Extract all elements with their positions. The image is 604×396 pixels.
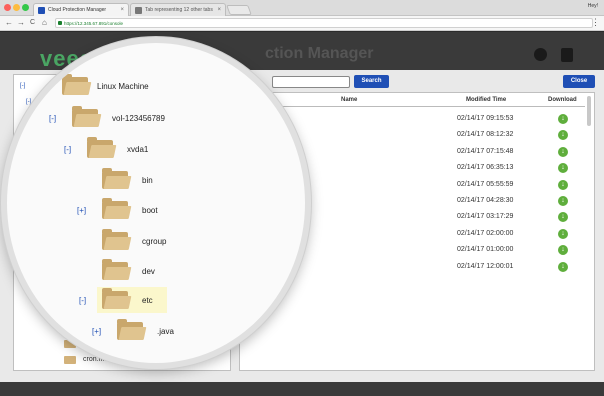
download-icon[interactable]: ↓ xyxy=(558,228,568,239)
tab-cloud-protection-manager[interactable]: Cloud Protection Manager × xyxy=(33,3,129,16)
folder-icon xyxy=(102,168,132,189)
home-icon[interactable]: ⌂ xyxy=(42,18,47,28)
footer-bar xyxy=(0,382,604,396)
tree-item-label[interactable]: dev xyxy=(142,267,155,276)
column-header-modified[interactable]: Modified Time xyxy=(466,97,506,103)
row-modified-time: 02/14/17 07:15:48 xyxy=(457,147,514,155)
folder-icon xyxy=(117,319,147,340)
file-list-scrollbar[interactable] xyxy=(587,96,591,126)
row-modified-time: 02/14/17 03:17:29 xyxy=(457,213,514,221)
minimize-window-dot[interactable] xyxy=(13,4,20,11)
tab-label: Cloud Protection Manager xyxy=(48,7,107,13)
browser-tab-bar: Cloud Protection Manager × Tab represent… xyxy=(0,0,604,16)
download-icon[interactable]: ↓ xyxy=(558,146,568,157)
url-field[interactable]: https://12.345.67.891/console xyxy=(55,18,593,28)
tab-other-tabs[interactable]: Tab representing 12 other tabs × xyxy=(130,3,226,16)
tree-toggle[interactable]: [-] xyxy=(64,145,71,154)
tree-item-label[interactable]: cgroup xyxy=(142,237,166,246)
download-icon[interactable]: ↓ xyxy=(558,196,568,206)
tree-toggle[interactable]: [-] xyxy=(79,296,86,305)
folder-icon xyxy=(102,259,132,280)
reload-icon[interactable]: C xyxy=(30,18,35,28)
forward-arrow-icon[interactable]: → xyxy=(17,18,25,28)
search-input[interactable] xyxy=(272,76,350,88)
tree-root-toggle[interactable]: [-] xyxy=(20,83,25,89)
column-header-name[interactable]: Name xyxy=(341,97,357,103)
row-modified-time: 02/14/17 12:00:01 xyxy=(457,262,514,270)
tree-item-label[interactable]: .java xyxy=(157,327,174,336)
browser-user-name[interactable]: Hey! xyxy=(588,3,598,9)
tree-toggle[interactable]: [-] xyxy=(49,114,56,123)
tree-item-label[interactable]: xvda1 xyxy=(127,145,148,154)
folder-icon xyxy=(62,74,92,95)
address-bar: ← → C ⌂ https://12.345.67.891/console ⋮ xyxy=(0,16,604,31)
user-account-icon[interactable] xyxy=(534,48,547,61)
app-title: ction Manager xyxy=(265,45,374,62)
close-window-dot[interactable] xyxy=(4,4,11,11)
new-tab-button[interactable] xyxy=(226,5,252,15)
tree-toggle[interactable]: [+] xyxy=(77,206,86,215)
row-modified-time: 02/14/17 01:00:00 xyxy=(457,246,514,254)
row-modified-time: 02/14/17 04:28:30 xyxy=(457,197,514,204)
row-modified-time: 02/14/17 06:35:13 xyxy=(457,164,514,172)
tree-toggle[interactable]: [+] xyxy=(92,327,101,336)
row-modified-time: 02/14/17 09:15:53 xyxy=(457,115,514,122)
download-icon[interactable]: ↓ xyxy=(558,261,568,272)
browser-menu-icon[interactable]: ⋮ xyxy=(591,17,600,28)
close-tab-icon[interactable]: × xyxy=(217,4,221,16)
tree-item-label[interactable]: vol-123456789 xyxy=(112,114,165,123)
row-modified-time: 02/14/17 02:00:00 xyxy=(457,229,514,237)
folder-icon xyxy=(102,229,132,250)
app-favicon-icon xyxy=(38,7,45,14)
magnifier-lens: Linux Machine [-] vol-123456789 [-] xvda1 bin… xyxy=(1,37,311,369)
row-modified-time: 02/14/17 05:55:59 xyxy=(457,180,514,188)
url-text: https://12.345.67.891/console xyxy=(64,21,124,26)
folder-icon xyxy=(102,288,132,309)
row-modified-time: 02/14/17 08:12:32 xyxy=(457,131,514,139)
maximize-window-dot[interactable] xyxy=(22,4,29,11)
download-icon[interactable]: ↓ xyxy=(558,179,568,190)
search-button[interactable]: Search xyxy=(354,75,389,88)
download-icon[interactable]: ↓ xyxy=(558,114,568,124)
header-divider xyxy=(240,106,585,107)
tab-group-icon xyxy=(135,7,142,14)
close-tab-icon[interactable]: × xyxy=(120,4,124,16)
folder-icon xyxy=(72,106,102,127)
back-arrow-icon[interactable]: ← xyxy=(5,18,13,28)
tree-item-label[interactable]: bin xyxy=(142,176,153,185)
column-header-download[interactable]: Download xyxy=(548,97,577,103)
tree-item-label[interactable]: etc xyxy=(142,296,153,305)
lock-icon xyxy=(58,21,62,25)
folder-icon xyxy=(87,137,117,158)
tree-item-label[interactable]: boot xyxy=(142,206,158,215)
folder-icon xyxy=(102,198,132,219)
logout-icon[interactable] xyxy=(561,48,573,62)
close-button[interactable]: Close xyxy=(563,75,595,88)
tab-label: Tab representing 12 other tabs xyxy=(145,7,213,13)
folder-icon xyxy=(64,356,76,364)
tree-item-label[interactable]: Linux Machine xyxy=(97,82,149,91)
